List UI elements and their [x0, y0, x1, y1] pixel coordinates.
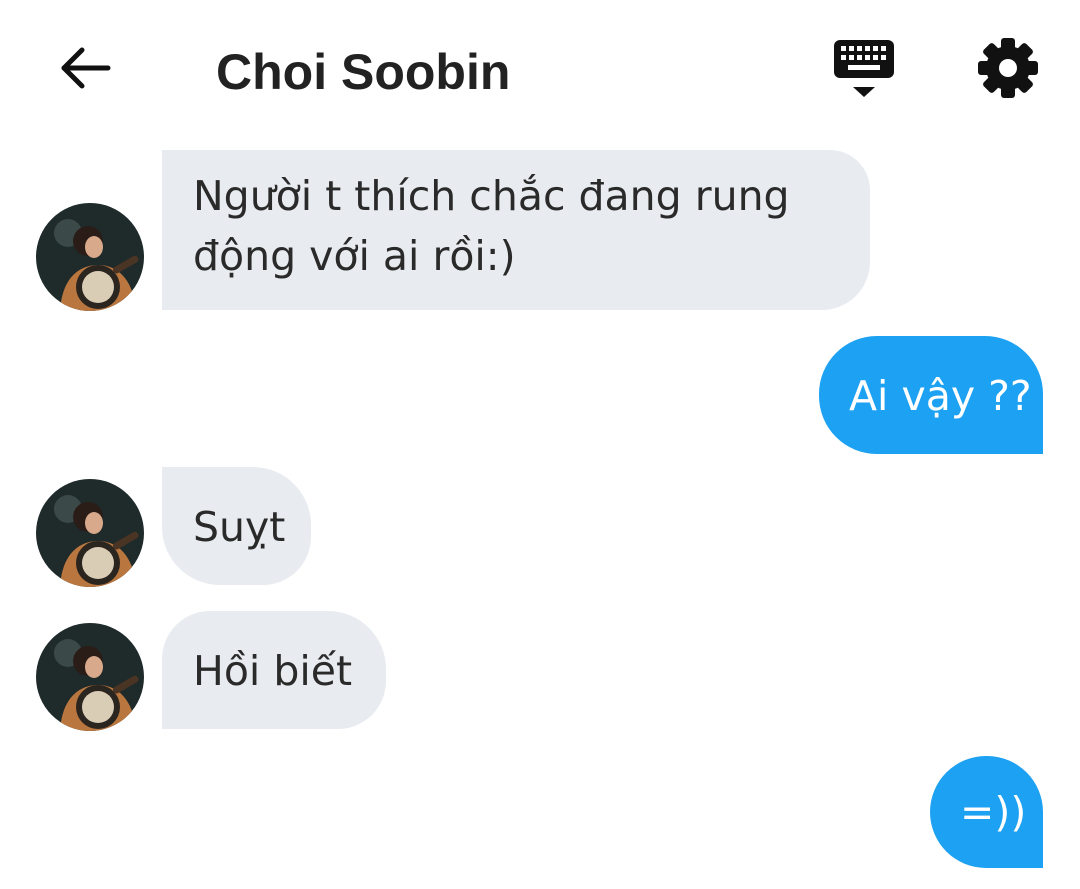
arrow-left-icon — [61, 47, 111, 89]
avatar-photo — [36, 479, 144, 587]
back-button[interactable] — [52, 36, 116, 100]
avatar-photo — [36, 203, 144, 311]
incoming-message-bubble[interactable]: Hồi biết — [162, 611, 386, 729]
hide-keyboard-button[interactable] — [828, 34, 900, 106]
outgoing-message-bubble[interactable]: =)) — [930, 756, 1043, 868]
contact-avatar[interactable] — [36, 479, 144, 587]
settings-button[interactable] — [972, 32, 1044, 104]
conversation-title: Choi Soobin — [216, 44, 511, 100]
incoming-message-bubble[interactable]: Người t thích chắc đang rung động với ai… — [162, 150, 870, 310]
incoming-message-bubble[interactable]: Suỵt — [162, 467, 311, 585]
gear-icon — [978, 38, 1038, 98]
avatar-photo — [36, 623, 144, 731]
chat-header: Choi Soobin — [0, 0, 1080, 140]
keyboard-hide-icon — [834, 40, 894, 97]
contact-avatar[interactable] — [36, 203, 144, 311]
chat-screen: Choi Soobin Người t thích chắc đang rung… — [0, 0, 1080, 889]
outgoing-message-bubble[interactable]: Ai vậy ?? — [819, 336, 1043, 454]
contact-avatar[interactable] — [36, 623, 144, 731]
